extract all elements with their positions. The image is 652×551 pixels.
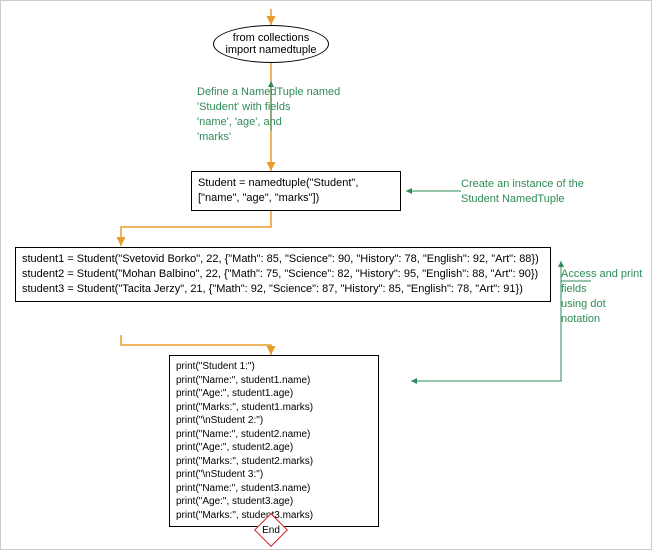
box-print-statements: print("Student 1:") print("Name:", stude… xyxy=(169,355,379,527)
start-node: from collections import namedtuple xyxy=(213,25,329,63)
box-define-student: Student = namedtuple("Student", ["name",… xyxy=(191,171,401,211)
start-label: from collections import namedtuple xyxy=(225,32,316,56)
comment-access-print: Access and print fields using dot notati… xyxy=(561,267,647,326)
end-label: End xyxy=(262,525,280,536)
arrow-instances-to-prints xyxy=(121,335,271,355)
end-node: End xyxy=(254,513,288,547)
box-student-instances: student1 = Student("Svetovid Borko", 22,… xyxy=(15,247,551,302)
comment-create-instance: Create an instance of the Student NamedT… xyxy=(461,177,621,207)
comment-define-namedtuple: Define a NamedTuple named 'Student' with… xyxy=(197,85,377,144)
